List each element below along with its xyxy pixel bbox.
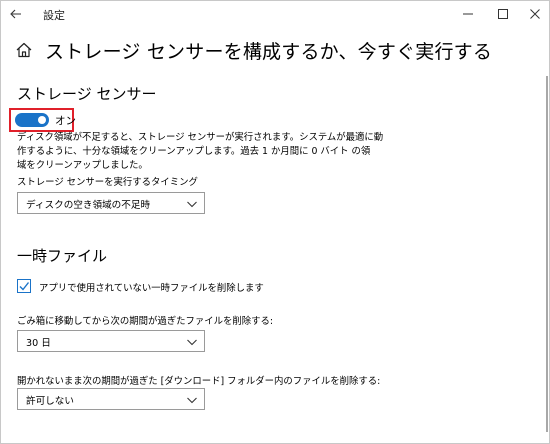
title-bar: 設定 <box>1 1 549 27</box>
minimize-button[interactable] <box>453 1 483 27</box>
delete-temp-files-checkbox[interactable] <box>17 279 31 293</box>
chevron-down-icon <box>187 339 197 346</box>
home-icon[interactable] <box>15 41 33 59</box>
vertical-scrollbar[interactable] <box>545 76 549 432</box>
run-timing-dropdown[interactable]: ディスクの空き領域の不足時 <box>17 192 205 214</box>
run-timing-value: ディスクの空き領域の不足時 <box>26 200 151 211</box>
close-icon <box>530 9 540 19</box>
description-line: 作するように、十分な領域をクリーンアップします。過去 1 か月間に 0 バイト … <box>17 146 371 157</box>
downloads-label: 開かれないまま次の期間が過ぎた [ダウンロード] フォルダー内のファイルを削除す… <box>17 376 381 387</box>
recycle-bin-value: 30 日 <box>26 338 51 349</box>
minimize-icon <box>463 13 473 15</box>
scrollbar-thumb[interactable] <box>546 76 548 432</box>
maximize-button[interactable] <box>488 1 518 27</box>
downloads-value: 許可しない <box>26 396 74 407</box>
settings-window: 設定 ストレージ センサーを構成するか、今すぐ実行する ストレージ センサー オ… <box>0 0 550 444</box>
chevron-down-icon <box>187 397 197 404</box>
chevron-down-icon <box>187 201 197 208</box>
description-line: ディスク領域が不足すると、ストレージ センサーが実行されます。システムが最適に動 <box>17 132 384 143</box>
temp-files-heading: 一時ファイル <box>17 247 108 265</box>
toggle-knob <box>38 116 46 124</box>
toggle-state-label: オン <box>55 115 76 127</box>
recycle-bin-dropdown[interactable]: 30 日 <box>17 330 205 352</box>
page-title: ストレージ センサーを構成するか、今すぐ実行する <box>45 41 493 63</box>
storage-sense-heading: ストレージ センサー <box>17 85 157 103</box>
checkmark-icon <box>19 282 30 291</box>
recycle-bin-label: ごみ箱に移動してから次の期間が過ぎたファイルを削除する: <box>17 316 274 327</box>
downloads-dropdown[interactable]: 許可しない <box>17 388 205 410</box>
back-button[interactable] <box>5 3 27 25</box>
storage-sense-toggle[interactable] <box>15 113 49 127</box>
back-arrow-icon <box>10 9 21 19</box>
maximize-icon <box>498 9 508 19</box>
delete-temp-files-label: アプリで使用されていない一時ファイルを削除します <box>39 283 264 294</box>
close-button[interactable] <box>520 1 549 27</box>
window-title: 設定 <box>43 9 65 22</box>
run-timing-label: ストレージ センサーを実行するタイミング <box>17 177 198 188</box>
storage-sense-description: ディスク領域が不足すると、ストレージ センサーが実行されます。システムが最適に動… <box>17 131 384 173</box>
description-line: 域をクリーンアップしました。 <box>17 160 148 171</box>
